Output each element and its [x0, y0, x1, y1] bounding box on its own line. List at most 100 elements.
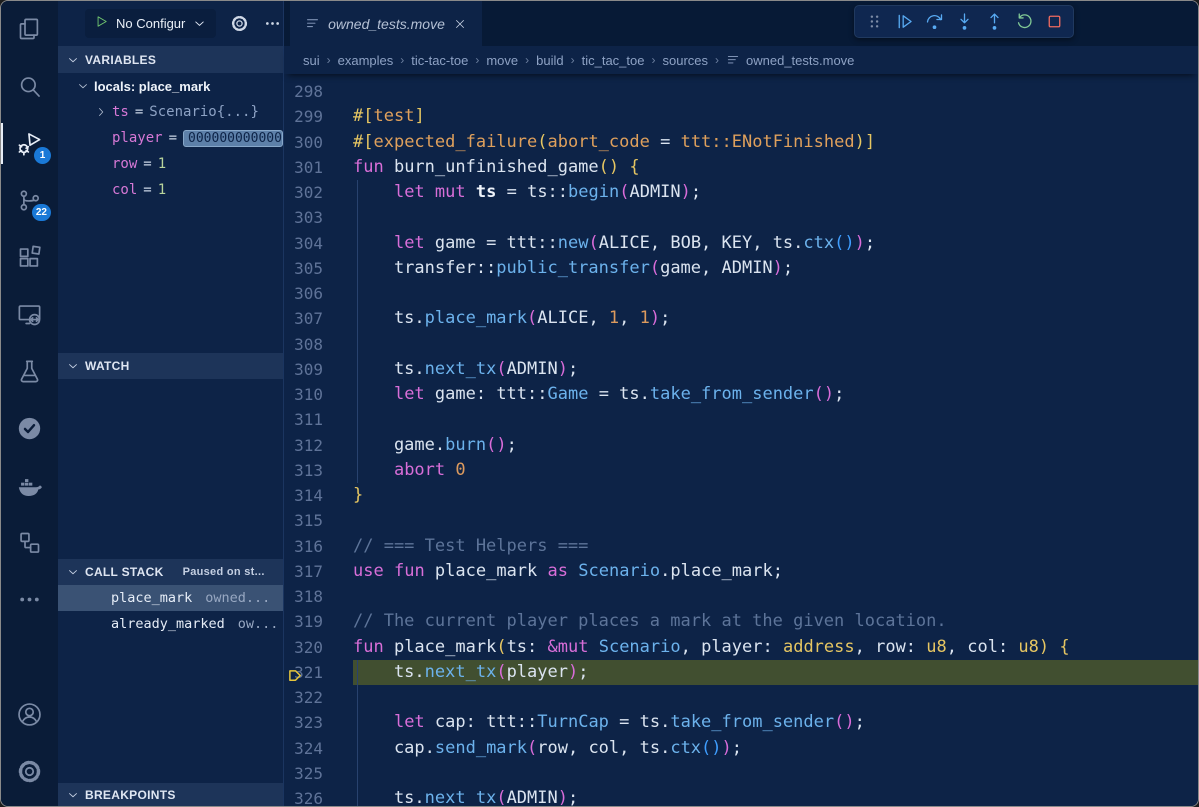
variable-row-ts[interactable]: ts=Scenario{...}: [58, 99, 283, 125]
gutter-line-number[interactable]: 313: [284, 458, 353, 483]
code-line-content[interactable]: [353, 332, 1198, 357]
gutter-line-number[interactable]: 310: [284, 382, 353, 407]
gutter-line-number[interactable]: 304: [284, 231, 353, 256]
gutter-line-number[interactable]: 324: [284, 736, 353, 761]
code-line-content[interactable]: // The current player places a mark at t…: [353, 609, 1198, 634]
breadcrumb-item-tic-tac-toe[interactable]: tic-tac-toe: [411, 53, 468, 68]
code-line-content[interactable]: use fun place_mark as Scenario.place_mar…: [353, 559, 1198, 584]
breadcrumb-item-sui[interactable]: sui: [303, 53, 320, 68]
ellipsis-icon[interactable]: [263, 14, 282, 33]
code-line-content[interactable]: [353, 508, 1198, 533]
debug-stop-button[interactable]: [1039, 7, 1069, 36]
gutter-line-number[interactable]: 306: [284, 281, 353, 306]
variables-section-header[interactable]: VARIABLES: [58, 46, 283, 73]
breadcrumb-item-file[interactable]: owned_tests.move: [746, 53, 854, 68]
gutter-line-number[interactable]: 326: [284, 786, 353, 806]
code-line-content[interactable]: ts.next_tx(ADMIN);: [353, 357, 1198, 382]
gutter-line-number[interactable]: 319: [284, 609, 353, 634]
gutter-line-number[interactable]: 311: [284, 407, 353, 432]
gutter-line-number[interactable]: 315: [284, 508, 353, 533]
activity-item-containers[interactable]: [1, 514, 58, 571]
activity-item-docker[interactable]: [1, 457, 58, 514]
gutter-line-number[interactable]: 305: [284, 256, 353, 281]
breadcrumb-item-move[interactable]: move: [486, 53, 518, 68]
call-stack-frame-already_marked[interactable]: already_markedow...: [58, 611, 283, 637]
activity-item-accounts[interactable]: [1, 686, 58, 743]
call-stack-section-header[interactable]: CALL STACK Paused on st...: [58, 559, 283, 585]
code-line-content[interactable]: ts.place_mark(ALICE, 1, 1);: [353, 306, 1198, 331]
code-line-content[interactable]: }: [353, 483, 1198, 508]
code-line-content[interactable]: abort 0: [353, 458, 1198, 483]
gutter-line-number[interactable]: 316: [284, 534, 353, 559]
close-icon[interactable]: [453, 17, 467, 31]
debug-config-dropdown[interactable]: No Configur: [85, 9, 216, 38]
gutter-line-number[interactable]: 314: [284, 483, 353, 508]
variables-scope-row[interactable]: locals: place_mark: [58, 73, 283, 99]
play-icon[interactable]: [94, 14, 109, 34]
activity-item-source-control[interactable]: 22: [1, 172, 58, 229]
gutter-line-number[interactable]: 303: [284, 205, 353, 230]
code-line-content[interactable]: fun burn_unfinished_game() {: [353, 155, 1198, 180]
activity-item-remote-explorer[interactable]: [1, 286, 58, 343]
code-line-content[interactable]: let game: ttt::Game = ts.take_from_sende…: [353, 382, 1198, 407]
gutter-line-number[interactable]: 308: [284, 332, 353, 357]
gutter-line-number[interactable]: 317: [284, 559, 353, 584]
gutter-line-number[interactable]: 299: [284, 104, 353, 129]
gutter-line-number[interactable]: 301: [284, 155, 353, 180]
code-line-content[interactable]: let cap: ttt::TurnCap = ts.take_from_sen…: [353, 710, 1198, 735]
breadcrumb-item-tic_tac_toe[interactable]: tic_tac_toe: [582, 53, 645, 68]
gutter-line-number[interactable]: 302: [284, 180, 353, 205]
activity-item-search[interactable]: [1, 58, 58, 115]
code-line-content[interactable]: cap.send_mark(row, col, ts.ctx());: [353, 736, 1198, 761]
code-line-content[interactable]: [353, 79, 1198, 104]
activity-item-explorer[interactable]: [1, 1, 58, 58]
gutter-line-number[interactable]: 312: [284, 433, 353, 458]
activity-item-testing[interactable]: [1, 343, 58, 400]
breakpoints-section-header[interactable]: BREAKPOINTS: [58, 783, 283, 806]
gutter-line-number[interactable]: 318: [284, 584, 353, 609]
code-editor[interactable]: 298299#[test]300#[expected_failure(abort…: [284, 74, 1198, 806]
variable-row-col[interactable]: col=1: [58, 177, 283, 203]
breadcrumb-item-build[interactable]: build: [536, 53, 563, 68]
variable-row-row[interactable]: row=1: [58, 151, 283, 177]
debug-drag-handle-button[interactable]: [859, 7, 889, 36]
gutter-line-number[interactable]: 325: [284, 761, 353, 786]
activity-item-more-views[interactable]: [1, 571, 58, 628]
activity-item-settings[interactable]: [1, 743, 58, 800]
code-line-content[interactable]: let game = ttt::new(ALICE, BOB, KEY, ts.…: [353, 231, 1198, 256]
code-line-content[interactable]: [353, 407, 1198, 432]
code-line-content[interactable]: ts.next_tx(player);: [353, 660, 1198, 685]
breadcrumb-item-sources[interactable]: sources: [662, 53, 708, 68]
gutter-line-number[interactable]: 320: [284, 635, 353, 660]
gutter-line-number[interactable]: 323: [284, 710, 353, 735]
debug-step-out-button[interactable]: [979, 7, 1009, 36]
code-line-content[interactable]: ts.next_tx(ADMIN);: [353, 786, 1198, 806]
code-line-content[interactable]: let mut ts = ts::begin(ADMIN);: [353, 180, 1198, 205]
gear-icon[interactable]: [230, 14, 249, 33]
activity-item-extensions[interactable]: [1, 229, 58, 286]
code-line-content[interactable]: fun place_mark(ts: &mut Scenario, player…: [353, 635, 1198, 660]
code-line-content[interactable]: [353, 281, 1198, 306]
code-line-content[interactable]: #[test]: [353, 104, 1198, 129]
activity-item-run-and-debug[interactable]: 1: [1, 115, 58, 172]
gutter-line-number[interactable]: 298: [284, 79, 353, 104]
code-line-content[interactable]: #[expected_failure(abort_code = ttt::ENo…: [353, 130, 1198, 155]
variable-value[interactable]: 000000000000…: [183, 130, 283, 147]
code-line-content[interactable]: // === Test Helpers ===: [353, 534, 1198, 559]
call-stack-frame-place_mark[interactable]: place_markowned...: [58, 585, 283, 611]
code-line-content[interactable]: transfer::public_transfer(game, ADMIN);: [353, 256, 1198, 281]
gutter-line-number[interactable]: 309: [284, 357, 353, 382]
code-line-content[interactable]: game.burn();: [353, 433, 1198, 458]
activity-item-task-check[interactable]: [1, 400, 58, 457]
code-line-content[interactable]: [353, 205, 1198, 230]
gutter-line-number[interactable]: 321: [284, 660, 353, 685]
gutter-line-number[interactable]: 307: [284, 306, 353, 331]
debug-continue-button[interactable]: [889, 7, 919, 36]
code-line-content[interactable]: [353, 685, 1198, 710]
debug-restart-button[interactable]: [1009, 7, 1039, 36]
tab-owned-tests-move[interactable]: owned_tests.move: [290, 1, 482, 46]
gutter-line-number[interactable]: 322: [284, 685, 353, 710]
breadcrumb-item-examples[interactable]: examples: [338, 53, 394, 68]
debug-step-over-button[interactable]: [919, 7, 949, 36]
variable-row-player[interactable]: player=000000000000…: [58, 125, 283, 151]
